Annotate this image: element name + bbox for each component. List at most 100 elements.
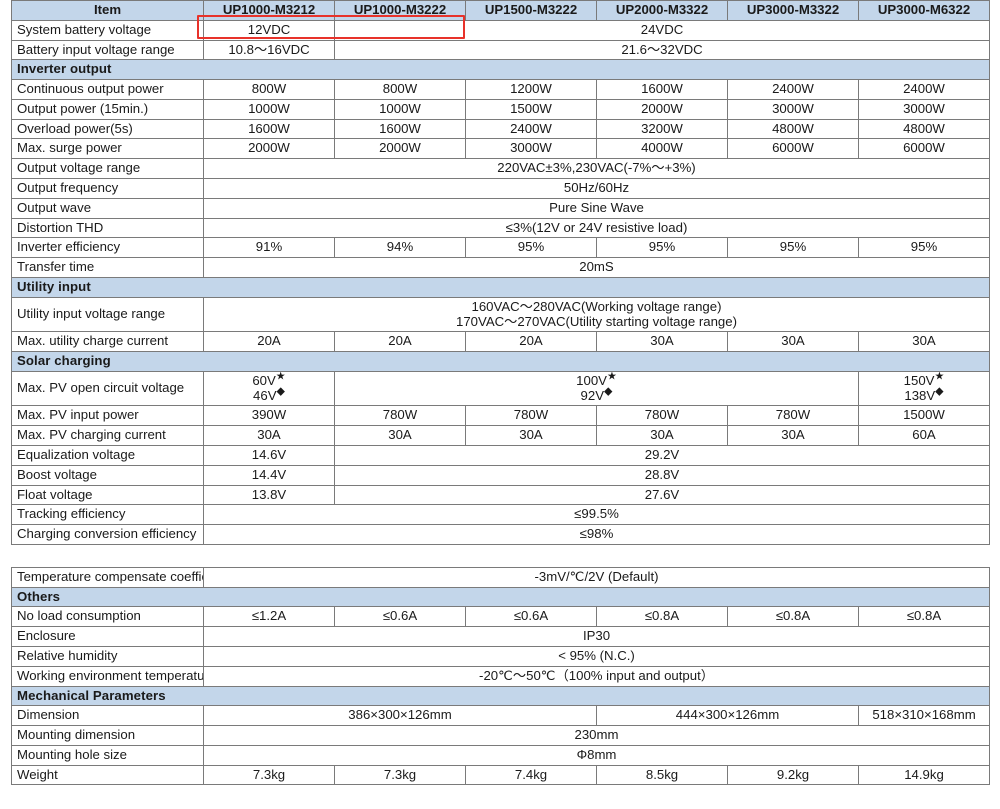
cell-utility-charge-current-1: 20A	[203, 331, 335, 353]
cell-pv-charging-current-2: 30A	[334, 425, 466, 446]
cell-weight-6: 14.9kg	[857, 764, 991, 786]
star-marker-icon: ★	[275, 371, 286, 383]
cell-weight-5: 9.2kg	[727, 764, 859, 786]
section-title-inverter-output: Inverter output	[11, 59, 990, 81]
cell-boost-voltage-col1: 14.4V	[203, 464, 335, 486]
pv-voltage-value: 46V	[253, 387, 277, 403]
cell-pv-open-circuit-merged: 100V★ 92V◆	[334, 370, 859, 407]
cell-surge-power-4: 4000W	[596, 138, 728, 160]
table-row: System battery voltage 12VDC 24VDC	[11, 19, 990, 41]
pv-open-circuit-col6-line1: 150V★	[864, 371, 984, 389]
cell-float-voltage-merged: 27.6V	[334, 484, 990, 506]
pv-voltage-value: 138V	[904, 387, 936, 403]
row-label-max-pv-charging-current: Max. PV charging current	[11, 425, 204, 446]
cell-inverter-efficiency-4: 95%	[596, 237, 728, 259]
cell-transfer-time: 20mS	[203, 257, 990, 278]
column-header-model-1: UP1000-M3212	[203, 0, 335, 21]
table-row: Distortion THD ≤3%(12V or 24V resistive …	[11, 217, 990, 239]
cell-pv-input-power-5: 780W	[727, 405, 859, 427]
cell-system-battery-voltage-col1: 12VDC	[203, 19, 335, 41]
cell-pv-charging-current-1: 30A	[203, 425, 335, 446]
table-row: Dimension 386×300×126mm 444×300×126mm 51…	[11, 705, 991, 727]
row-label-mounting-hole-size: Mounting hole size	[11, 744, 204, 766]
cell-boost-voltage-merged: 28.8V	[334, 464, 990, 486]
diamond-marker-icon: ◆	[604, 385, 613, 398]
cell-utility-charge-current-5: 30A	[727, 331, 859, 353]
cell-output-frequency: 50Hz/60Hz	[203, 178, 990, 199]
cell-no-load-consumption-4: ≤0.8A	[596, 606, 728, 628]
cell-utility-charge-current-4: 30A	[596, 331, 728, 353]
cell-continuous-power-4: 1600W	[596, 79, 728, 100]
table-row: Weight 7.3kg 7.3kg 7.4kg 8.5kg 9.2kg 14.…	[11, 764, 991, 786]
cell-overload-power-4: 3200W	[596, 118, 728, 140]
cell-pv-open-circuit-col1: 60V★ 46V◆	[203, 370, 335, 407]
pv-voltage-value: 100V	[576, 372, 607, 388]
cell-working-environment-temperature: -20℃～50℃（100% input and output）	[202, 665, 991, 687]
cell-pv-input-power-3: 780W	[465, 405, 597, 427]
diamond-marker-icon: ◆	[276, 385, 285, 398]
table-row: Enclosure IP30	[11, 626, 991, 647]
pv-open-circuit-col6-line2: 138V◆	[864, 386, 984, 404]
cell-overload-power-1: 1600W	[203, 118, 335, 140]
row-label-inverter-efficiency: Inverter efficiency	[11, 237, 204, 259]
row-label-boost-voltage: Boost voltage	[11, 464, 204, 486]
cell-overload-power-3: 2400W	[465, 118, 597, 140]
table-row: Max. PV input power 390W 780W 780W 780W …	[11, 405, 990, 427]
utility-voltage-starting-range: 170VAC～270VAC(Utility starting voltage r…	[456, 313, 737, 329]
row-label-utility-input-voltage-range: Utility input voltage range	[11, 296, 204, 333]
cell-mounting-hole-size: Φ8mm	[202, 744, 991, 766]
cell-inverter-efficiency-1: 91%	[203, 237, 335, 259]
table-row: Max. utility charge current 20A 20A 20A …	[11, 331, 990, 353]
section-header-row-mechanical-parameters: Mechanical Parameters	[10, 685, 991, 707]
row-label-max-pv-open-circuit-voltage: Max. PV open circuit voltage	[11, 370, 204, 407]
row-label-system-battery-voltage: System battery voltage	[11, 19, 204, 41]
cell-battery-input-voltage-merged: 21.6～32VDC	[334, 39, 990, 61]
table-row: Tracking efficiency ≤99.5%	[11, 504, 990, 526]
cell-no-load-consumption-5: ≤0.8A	[727, 606, 859, 628]
cell-pv-input-power-1: 390W	[203, 405, 335, 427]
table-row: Relative humidity < 95% (N.C.)	[11, 646, 991, 667]
pv-open-circuit-col1-line2: 46V◆	[209, 386, 329, 404]
cell-output-voltage-range: 220VAC±3%,230VAC(-7%～+3%)	[203, 158, 990, 180]
row-label-charging-conversion-efficiency: Charging conversion efficiency	[11, 524, 204, 545]
table-row: Boost voltage 14.4V 28.8V	[11, 464, 990, 486]
table-row: Output power (15min.) 1000W 1000W 1500W …	[11, 98, 990, 120]
table-row: Transfer time 20mS	[11, 257, 990, 278]
cell-output-power-15min-5: 3000W	[727, 98, 859, 120]
row-label-relative-humidity: Relative humidity	[11, 646, 204, 667]
column-header-model-2: UP1000-M3222	[334, 0, 466, 21]
cell-system-battery-voltage-merged: 24VDC	[334, 19, 990, 41]
cell-mounting-dimension: 230mm	[202, 725, 991, 746]
cell-utility-input-voltage-range: 160VAC～280VAC(Working voltage range) 170…	[203, 296, 990, 333]
cell-weight-2: 7.3kg	[334, 764, 466, 786]
cell-pv-input-power-4: 780W	[596, 405, 728, 427]
cell-weight-4: 8.5kg	[596, 764, 728, 786]
row-label-distortion-thd: Distortion THD	[11, 217, 204, 239]
section-header-row-others: Others	[10, 586, 991, 608]
cell-output-power-15min-3: 1500W	[465, 98, 597, 120]
star-marker-icon: ★	[934, 371, 945, 383]
row-label-output-frequency: Output frequency	[11, 178, 204, 199]
diamond-marker-icon: ◆	[935, 385, 944, 398]
cell-no-load-consumption-2: ≤0.6A	[334, 606, 466, 628]
pv-voltage-value: 60V	[252, 372, 276, 388]
cell-continuous-power-1: 800W	[203, 79, 335, 100]
cell-inverter-efficiency-6: 95%	[858, 237, 990, 259]
table-row: Mounting hole size Φ8mm	[11, 744, 991, 766]
pv-open-circuit-col1-line1: 60V★	[209, 371, 329, 389]
row-label-battery-input-voltage-range: Battery input voltage range	[11, 39, 204, 61]
row-label-weight: Weight	[11, 764, 204, 786]
cell-no-load-consumption-6: ≤0.8A	[857, 606, 991, 628]
cell-pv-input-power-2: 780W	[334, 405, 466, 427]
table-row: Overload power(5s) 1600W 1600W 2400W 320…	[11, 118, 990, 140]
cell-dimension-group3: 518×310×168mm	[857, 705, 991, 727]
table-row: Max. PV charging current 30A 30A 30A 30A…	[11, 425, 990, 446]
column-header-model-4: UP2000-M3322	[596, 0, 728, 21]
cell-relative-humidity: < 95% (N.C.)	[202, 646, 991, 667]
cell-output-power-15min-6: 3000W	[858, 98, 990, 120]
section-title-others: Others	[10, 586, 991, 608]
cell-enclosure: IP30	[202, 626, 991, 647]
cell-pv-charging-current-3: 30A	[465, 425, 597, 446]
section-header-row-utility-input: Utility input	[11, 276, 990, 298]
table-row: Max. surge power 2000W 2000W 3000W 4000W…	[11, 138, 990, 160]
